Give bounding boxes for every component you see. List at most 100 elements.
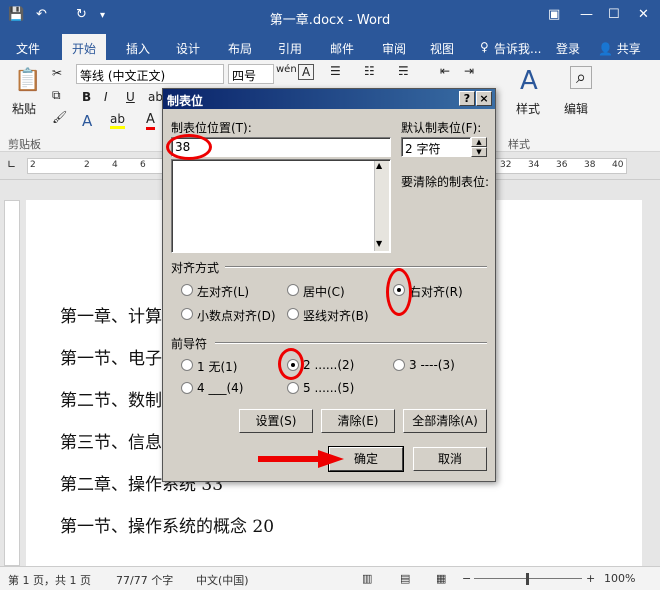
tab-references[interactable]: 引用 xyxy=(278,40,302,57)
leader-5-radio[interactable] xyxy=(287,382,299,394)
list-scrollbar[interactable] xyxy=(374,161,389,251)
maximize-icon[interactable]: ☐ xyxy=(608,7,620,22)
leader-2-label[interactable]: 2 ......(2) xyxy=(303,358,354,372)
web-layout-icon[interactable]: ▦ xyxy=(436,572,446,585)
tell-me-input[interactable]: 告诉我... xyxy=(494,40,541,57)
leader-separator xyxy=(215,342,487,344)
leader-label: 前导符 xyxy=(171,337,208,351)
clear-all-button[interactable]: 全部清除(A) xyxy=(403,409,487,433)
annotation-circle xyxy=(166,134,212,160)
align-left-label[interactable]: 左对齐(L) xyxy=(197,283,249,300)
paste-label[interactable]: 粘贴 xyxy=(12,100,36,117)
styles-icon[interactable]: A xyxy=(520,66,538,96)
page-count[interactable]: 第 1 页，共 1 页 xyxy=(8,572,91,588)
tab-file[interactable]: 文件 xyxy=(16,40,40,57)
spin-up-icon[interactable]: ▲ xyxy=(471,137,487,147)
phonetic-icon[interactable]: wén xyxy=(276,64,297,75)
doc-line[interactable]: 第一节、电子 xyxy=(60,344,162,369)
underline-icon[interactable]: U xyxy=(126,90,135,104)
styles-label[interactable]: 样式 xyxy=(516,100,540,117)
alignment-label: 对齐方式 xyxy=(171,261,220,275)
increase-indent-icon[interactable]: ⇥ xyxy=(464,64,474,78)
ruler-number: 34 xyxy=(528,160,540,170)
char-border-icon[interactable]: A xyxy=(298,64,315,80)
share-button[interactable]: 👤 共享 xyxy=(598,40,641,57)
zoom-out-icon[interactable]: − xyxy=(462,572,471,585)
ruler-number: 38 xyxy=(584,160,596,170)
tab-insert[interactable]: 插入 xyxy=(126,40,150,57)
bold-icon[interactable]: B xyxy=(82,90,91,104)
read-mode-icon[interactable]: ▥ xyxy=(362,572,372,585)
align-bar-label[interactable]: 竖线对齐(B) xyxy=(303,307,369,324)
align-decimal-radio[interactable] xyxy=(181,308,193,320)
multilevel-icon[interactable]: ☴ xyxy=(398,64,409,78)
bullets-icon[interactable]: ☰ xyxy=(330,64,341,78)
help-icon[interactable]: ? xyxy=(459,91,475,106)
doc-line[interactable]: 第三节、信息 xyxy=(60,428,162,453)
font-color-icon[interactable]: A xyxy=(146,112,155,130)
align-center-label[interactable]: 居中(C) xyxy=(303,283,345,300)
leader-3-label[interactable]: 3 ----(3) xyxy=(409,358,455,372)
scroll-up-icon[interactable]: ▲ xyxy=(376,161,382,170)
align-right-label[interactable]: 右对齐(R) xyxy=(409,283,463,300)
close-icon[interactable]: ✕ xyxy=(638,7,649,22)
ruler-number: 6 xyxy=(140,160,146,170)
doc-line[interactable]: 第二节、数制 xyxy=(60,386,162,411)
font-name-combo[interactable]: 等线 (中文正文) xyxy=(76,64,224,84)
default-tab-input[interactable]: 2 字符 xyxy=(401,137,471,157)
italic-icon[interactable]: I xyxy=(104,90,108,104)
align-center-radio[interactable] xyxy=(287,284,299,296)
leader-1-label[interactable]: 1 无(1) xyxy=(197,358,237,375)
tab-mailings[interactable]: 邮件 xyxy=(330,40,354,57)
dialog-close-icon[interactable]: × xyxy=(476,91,492,106)
leader-4-radio[interactable] xyxy=(181,382,193,394)
login-link[interactable]: 登录 xyxy=(556,40,580,57)
doc-line[interactable]: 第一章、计算 xyxy=(60,302,162,327)
leader-1-radio[interactable] xyxy=(181,359,193,371)
minimize-icon[interactable]: — xyxy=(580,7,593,22)
window-title: 第一章.docx - Word xyxy=(269,13,391,28)
format-painter-icon[interactable]: 🖌 xyxy=(52,110,67,124)
doc-line[interactable]: 第一节、操作系统的概念 20 xyxy=(60,512,274,537)
clear-button[interactable]: 清除(E) xyxy=(321,409,395,433)
cut-icon[interactable]: ✂ xyxy=(52,66,62,80)
ruler-number: 2 xyxy=(30,160,36,170)
highlight-icon[interactable]: ab xyxy=(110,112,125,129)
word-count[interactable]: 77/77 个字 xyxy=(116,572,173,588)
leader-5-label[interactable]: 5 ......(5) xyxy=(303,381,354,395)
tab-view[interactable]: 视图 xyxy=(430,40,454,57)
copy-icon[interactable]: ⧉ xyxy=(52,88,61,103)
align-left-radio[interactable] xyxy=(181,284,193,296)
ribbon-options-icon[interactable]: ▣ xyxy=(548,7,560,22)
font-size-combo[interactable]: 四号 xyxy=(228,64,274,84)
print-layout-icon[interactable]: ▤ xyxy=(400,572,410,585)
zoom-in-icon[interactable]: + xyxy=(586,572,595,585)
decrease-indent-icon[interactable]: ⇤ xyxy=(440,64,450,78)
language[interactable]: 中文(中国) xyxy=(196,572,249,588)
text-effects-icon[interactable]: A xyxy=(82,112,92,130)
tab-home[interactable]: 开始 xyxy=(62,34,107,60)
zoom-thumb[interactable] xyxy=(526,573,529,585)
zoom-level[interactable]: 100% xyxy=(604,572,635,585)
leader-4-label[interactable]: 4 ___(4) xyxy=(197,381,243,395)
cancel-button[interactable]: 取消 xyxy=(413,447,487,471)
align-decimal-label[interactable]: 小数点对齐(D) xyxy=(197,307,276,324)
search-icon[interactable]: ⌕ xyxy=(570,66,593,89)
tab-layout[interactable]: 布局 xyxy=(228,40,252,57)
numbering-icon[interactable]: ☷ xyxy=(364,64,375,78)
paste-icon[interactable]: 📋 xyxy=(14,68,41,93)
edit-label[interactable]: 编辑 xyxy=(564,100,588,117)
clear-label: 要清除的制表位: xyxy=(401,175,490,189)
vertical-ruler xyxy=(4,200,20,566)
scroll-down-icon[interactable]: ▼ xyxy=(376,239,382,248)
align-bar-radio[interactable] xyxy=(287,308,299,320)
ruler-number: 32 xyxy=(500,160,512,170)
tab-design[interactable]: 设计 xyxy=(176,40,200,57)
default-tab-label: 默认制表位(F): xyxy=(401,121,482,135)
set-button[interactable]: 设置(S) xyxy=(239,409,313,433)
leader-3-radio[interactable] xyxy=(393,359,405,371)
tab-position-list[interactable] xyxy=(171,159,391,253)
spin-down-icon[interactable]: ▼ xyxy=(471,147,487,157)
tab-review[interactable]: 审阅 xyxy=(382,40,406,57)
tab-selector-icon[interactable]: ∟ xyxy=(7,158,16,171)
